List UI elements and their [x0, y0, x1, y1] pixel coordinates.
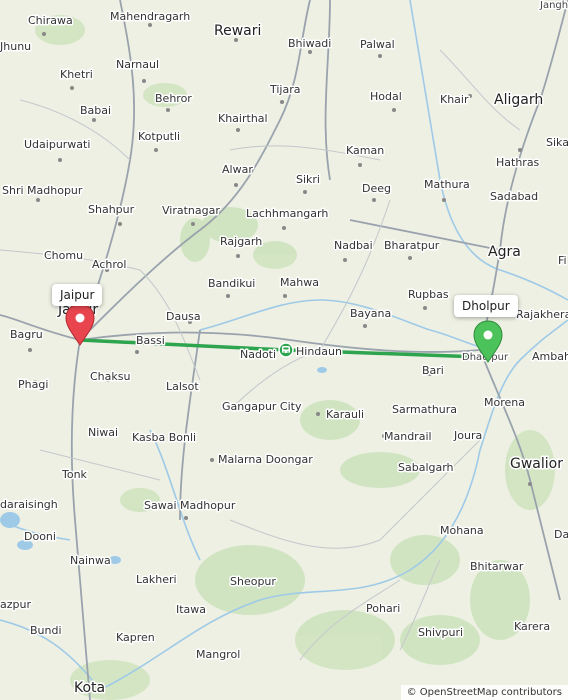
place-label: Khetri	[60, 68, 93, 81]
place-label: Hindaun	[296, 345, 342, 358]
place-label: Morena	[484, 396, 525, 409]
place-label: Bundi	[30, 624, 62, 637]
place-label: Jangh	[539, 0, 568, 11]
place-label: Bhitarwar	[470, 560, 524, 573]
place-label: Shri Madhopur	[2, 184, 83, 197]
place-label: Behror	[155, 92, 192, 105]
place-label: Kapren	[116, 631, 155, 644]
place-label: Sika	[546, 136, 568, 149]
place-label: Sarmathura	[392, 403, 457, 416]
place-label: Phagi	[18, 378, 48, 391]
place-label: Mahwa	[280, 276, 319, 289]
place-label: Rajakhera	[516, 308, 568, 321]
place-label: Karera	[514, 620, 550, 633]
place-label: Sikri	[296, 173, 320, 186]
place-label: Mahendragarh	[110, 10, 190, 23]
place-label: Hodal	[370, 90, 402, 103]
place-label: Bayana	[350, 307, 391, 320]
place-label: Mohana	[440, 524, 484, 537]
place-label: Da	[554, 528, 568, 541]
place-label: Malarna Doongar	[218, 453, 313, 466]
place-label: Udaipurwati	[24, 138, 90, 151]
place-label: Sawai Madhopur	[144, 499, 236, 512]
place-label: Bassi	[136, 334, 165, 347]
place-label: daraisingh	[0, 498, 58, 511]
place-label: Lakheri	[136, 573, 177, 586]
place-label: Hathras	[496, 156, 540, 169]
end-callout: Dholpur	[454, 295, 518, 317]
map-canvas[interactable]: Chirawa Mahendragarh Rewari Bhiwadi Palw…	[0, 0, 568, 700]
place-label: Achrol	[92, 258, 126, 271]
place-label: Kaman	[346, 144, 384, 157]
place-label: Dooni	[24, 530, 56, 543]
place-label: Lalsot	[166, 380, 199, 393]
place-label: Nainwa	[70, 554, 111, 567]
place-label: Khairthal	[218, 112, 268, 125]
place-label: Nadoti	[240, 348, 276, 361]
place-label: Lachhmangarh	[246, 207, 328, 220]
place-label: Karauli	[326, 408, 364, 421]
place-label: Bharatpur	[384, 239, 440, 252]
place-label: Nadbai	[334, 239, 373, 252]
place-label: Mangrol	[196, 648, 240, 661]
place-label: Gwalior	[510, 456, 563, 472]
place-label: Tonk	[61, 468, 88, 481]
place-label: Narnaul	[116, 58, 159, 71]
place-label: Fi	[558, 254, 567, 267]
place-label: Chaksu	[90, 370, 130, 383]
train-icon[interactable]	[278, 342, 294, 358]
place-label: Deeg	[362, 182, 391, 195]
place-label: Bhiwadi	[288, 37, 331, 50]
place-label: Chomu	[44, 249, 83, 262]
place-label: Ambah	[532, 350, 568, 363]
place-label: Dausa	[166, 310, 201, 323]
place-label: Kasba Bonli	[132, 431, 196, 444]
place-label: Rupbas	[408, 288, 449, 301]
map-base-layer: Chirawa Mahendragarh Rewari Bhiwadi Palw…	[0, 0, 568, 700]
place-label: Bagru	[10, 328, 43, 341]
place-label: Kota	[74, 680, 105, 696]
place-label: Palwal	[360, 38, 395, 51]
place-label: Sabalgarh	[398, 461, 454, 474]
place-label: Shahpur	[88, 203, 135, 216]
place-label: Shivpuri	[418, 626, 463, 639]
place-label: Rewari	[214, 23, 261, 39]
place-label: Gangapur City	[222, 400, 302, 413]
map-attribution[interactable]: © OpenStreetMap contributors	[400, 685, 568, 700]
place-label: Jhunu	[0, 40, 31, 53]
place-label: Alwar	[222, 163, 253, 176]
place-label: Mathura	[424, 178, 470, 191]
place-label: Sheopur	[230, 575, 276, 588]
place-label: azpur	[0, 598, 31, 611]
place-label: Itawa	[176, 603, 206, 616]
place-label: Tijara	[269, 83, 301, 96]
place-label: Niwai	[88, 426, 118, 439]
place-label: Bari	[422, 364, 444, 377]
place-label: Joura	[453, 429, 482, 442]
place-label: Chirawa	[28, 14, 73, 27]
place-label: Kotputli	[138, 130, 180, 143]
place-label: Aligarh	[494, 92, 543, 108]
place-label: Sadabad	[490, 190, 538, 203]
place-label: Babai	[80, 104, 111, 117]
place-label: Viratnagar	[162, 204, 220, 217]
start-callout: Jaipur	[52, 284, 103, 306]
place-label: Agra	[488, 244, 521, 260]
place-label: Rajgarh	[220, 235, 262, 248]
place-label: Mandrail	[384, 430, 432, 443]
place-label: Khair	[440, 93, 469, 106]
place-label: Pohari	[366, 602, 400, 615]
place-label: Bandikui	[208, 277, 255, 290]
